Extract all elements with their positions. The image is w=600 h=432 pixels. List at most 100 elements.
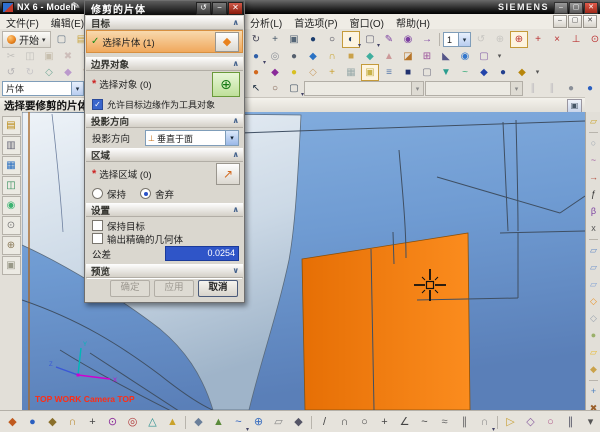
view-orient-icon[interactable]: ◆ (475, 64, 493, 81)
expand-icon[interactable]: ∨ (233, 266, 244, 275)
fit-view-icon[interactable]: ▣ (285, 31, 303, 48)
datum-icon[interactable]: ◆ (59, 64, 77, 81)
snap-existing-point-icon[interactable]: △ (143, 413, 162, 432)
selected-orange-sheet[interactable] (301, 232, 471, 410)
trim-body-icon[interactable]: ◪ (399, 48, 417, 65)
block-icon[interactable]: ■ (342, 48, 360, 65)
menu-item-1[interactable]: 首选项(P) (288, 14, 343, 30)
arc-icon[interactable]: ∩ (335, 413, 354, 432)
zoom-view-icon[interactable]: ⊕ (491, 31, 509, 48)
grid-icon[interactable]: ▦ (342, 64, 360, 81)
projection-direction-combo[interactable]: ⊥ 垂直于面 ▾ (145, 130, 239, 146)
edit-display-icon[interactable]: ✎ (380, 31, 398, 48)
n-sided-surface-icon[interactable]: ● (586, 328, 600, 343)
dialog-minimize-button[interactable]: − (212, 1, 227, 15)
blank-box-icon[interactable]: ▢ (418, 64, 436, 81)
spline-tool-icon[interactable]: ~ (415, 413, 434, 432)
type-filter-combo[interactable]: 片体 ▾ (2, 81, 84, 96)
general-object-icon[interactable]: ● (562, 80, 580, 97)
region-section-header[interactable]: 区域 ∧ (86, 148, 243, 162)
settings-section-header[interactable]: 设置 ∧ (86, 203, 243, 217)
menu-item-2[interactable]: 窗口(O) (344, 14, 390, 30)
selection-type-filter-combo[interactable]: ▾ (304, 81, 424, 96)
shaded-view-icon[interactable]: ● (304, 31, 322, 48)
vector-dialog-icon[interactable]: ◆ (289, 413, 308, 432)
bars-icon[interactable]: ∥ (561, 413, 580, 432)
window-restore-button[interactable]: ▢ (569, 2, 583, 14)
menu-item-0[interactable]: 分析(L) (244, 14, 288, 30)
shaded-with-edges-icon[interactable]: ● ▾ (247, 48, 266, 66)
redo-icon[interactable]: ↻ (21, 64, 39, 81)
pattern-feature-icon[interactable]: ⊞ (418, 48, 436, 65)
discard-radio[interactable] (140, 188, 152, 199)
collapse-icon[interactable]: ∧ (233, 150, 244, 159)
dialog-reset-button[interactable]: ↺ (196, 1, 211, 15)
snap-control-point-icon[interactable]: ∩ (63, 413, 82, 432)
thicken-icon[interactable]: ◆ (586, 362, 600, 377)
mirror-curve-icon[interactable]: ∥ (455, 413, 474, 432)
circle-icon[interactable]: ○ (355, 413, 374, 432)
snap-point-toggle-icon[interactable]: ⊕ (510, 31, 528, 48)
history-icon[interactable]: ⊕ (1, 236, 21, 255)
cut-region-icon[interactable]: ▣ (567, 99, 582, 113)
pan-icon[interactable]: + (266, 31, 284, 48)
offset-curve-icon[interactable]: ≈ (435, 413, 454, 432)
datum-plane-icon[interactable]: ▱ (586, 114, 600, 129)
new-part-icon[interactable]: ▢ (53, 31, 71, 48)
work-layer-combo[interactable]: 1 ▾ (443, 32, 471, 47)
rect-select-icon[interactable]: ▢ ▾ (285, 80, 304, 98)
snap-two-curves-icon[interactable]: ~ ▾ (229, 413, 249, 432)
polyline-icon[interactable]: ∠ (395, 413, 414, 432)
selection-scope-combo-dropdown-icon[interactable]: ▾ (510, 82, 522, 95)
output-exact-geometry-row[interactable]: 输出精确的几何体 (86, 232, 243, 246)
keep-target-checkbox[interactable] (92, 220, 103, 231)
object-display-icon[interactable]: ■ (399, 64, 417, 81)
window-view-icon[interactable]: ◆ (266, 64, 284, 81)
delete-icon[interactable]: ✖ (59, 48, 77, 65)
constraints-icon[interactable]: ≡ (380, 64, 398, 81)
layer-settings-icon[interactable]: ◇ (304, 64, 322, 81)
highlight-related-icon[interactable]: ∥ (524, 80, 542, 97)
spline-display-icon[interactable]: ~ (456, 64, 474, 81)
edge-blend-icon[interactable]: ◉ (456, 48, 474, 65)
feature-overflow-icon[interactable]: ▾ (494, 48, 505, 65)
point-constructor-icon[interactable]: ⊕ (249, 413, 268, 432)
allow-target-edges-row[interactable]: ✓ 允许目标边缘作为工具对象 (86, 97, 243, 111)
output-exact-geometry-checkbox[interactable] (92, 233, 103, 244)
lasso-icon[interactable]: ○ (266, 80, 284, 97)
studio-spline-icon[interactable]: β (586, 204, 600, 219)
arrow-display-icon[interactable]: ▼ (437, 64, 455, 81)
snap-arc-center-icon[interactable]: ⊙ (103, 413, 122, 432)
snap-endpoint-icon[interactable]: + (529, 31, 547, 48)
collapse-icon[interactable]: ∧ (233, 59, 244, 68)
diamond-outline-icon[interactable]: ◇ (521, 413, 540, 432)
current-feature-icon[interactable]: ▣ (361, 64, 379, 81)
tolerance-input[interactable]: 0.0254 (165, 246, 239, 261)
paste-icon[interactable]: ▣ (40, 48, 58, 65)
dialog-title-bar[interactable]: 修剪的片体 ↺ − ✕ (85, 1, 244, 16)
region-select-button[interactable]: ↗ (216, 163, 240, 185)
shell-icon[interactable]: ▢ (475, 48, 493, 65)
orbit-icon[interactable]: ↻ (247, 31, 265, 48)
curve-arrow-icon[interactable]: → (586, 170, 600, 185)
background-icon[interactable]: ▢ ▾ (361, 31, 380, 49)
snap-point-enable-icon[interactable]: ◆ (3, 413, 22, 432)
wcs-display-icon[interactable]: + (323, 64, 341, 81)
show-hide-icon[interactable]: ◉ (399, 31, 417, 48)
snap-intersection-icon[interactable]: + (83, 413, 102, 432)
touch-mode-icon[interactable]: ◇ (40, 64, 58, 81)
undo-icon[interactable]: ↺ (2, 64, 20, 81)
ruled-surface-icon[interactable]: ▱ (586, 243, 600, 258)
bounded-plane-icon[interactable]: ◇ (586, 294, 600, 309)
mdi-minimize-button[interactable]: – (553, 15, 567, 28)
type-filter-dropdown-icon[interactable]: ▾ (71, 82, 83, 95)
offset-surface-icon[interactable]: ▱ (586, 345, 600, 360)
snap-bounded-grid-icon[interactable]: ▲ (209, 413, 228, 432)
snap-endpoint-icon[interactable]: ● (23, 413, 42, 432)
start-button[interactable]: 开始 ▾ (2, 31, 51, 48)
projection-section-header[interactable]: 投影方向 ∧ (86, 114, 243, 128)
layout-icon[interactable]: ● (285, 64, 303, 81)
window-minimize-button[interactable]: – (554, 2, 568, 14)
arrow-right-icon[interactable]: ▷ (501, 413, 520, 432)
snap-intersection-icon[interactable]: ⊥ (567, 31, 585, 48)
